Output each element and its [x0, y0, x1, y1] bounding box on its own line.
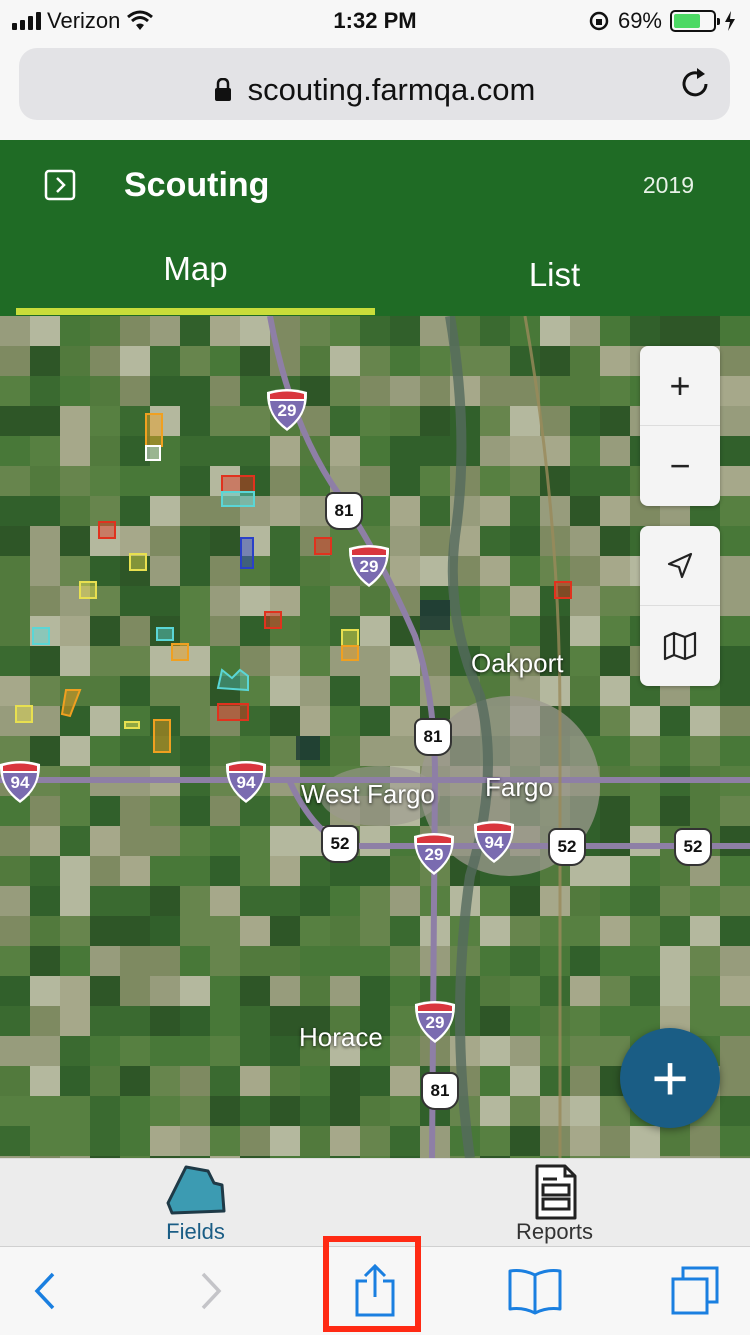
- location-arrow-icon: [667, 552, 693, 578]
- interstate-shield: 94: [471, 818, 517, 864]
- us-route-shield: 81: [414, 718, 452, 756]
- us-route-shield: 81: [325, 492, 363, 530]
- charging-icon: [725, 11, 735, 31]
- forward-button[interactable]: [176, 1247, 246, 1335]
- forward-chevron-icon: [201, 1272, 222, 1310]
- battery-icon: [670, 10, 720, 32]
- bookmarks-icon: [508, 1269, 562, 1315]
- active-tab-indicator: [16, 308, 375, 315]
- interstate-shield: 94: [223, 758, 269, 804]
- interstate-shield: 94: [0, 758, 43, 804]
- app-bottom-tabs: Fields Reports: [0, 1158, 750, 1246]
- expand-sidebar-icon[interactable]: [44, 169, 76, 201]
- place-label-fargo: Fargo: [485, 772, 553, 802]
- place-label-west-fargo: West Fargo: [301, 779, 435, 809]
- back-button[interactable]: [10, 1247, 80, 1335]
- zoom-in-button[interactable]: +: [640, 346, 720, 426]
- us-route-shield: 52: [548, 828, 586, 866]
- reload-icon[interactable]: [678, 66, 714, 102]
- us-route-shield: 52: [321, 825, 359, 863]
- battery-percent: 69%: [617, 8, 662, 33]
- lock-icon: [214, 78, 231, 101]
- basemap-button[interactable]: [640, 606, 720, 686]
- add-observation-button[interactable]: +: [620, 1028, 720, 1128]
- map-tool-controls: [640, 526, 720, 686]
- browser-url-bar: scouting.farmqa.com: [0, 40, 750, 140]
- tab-list[interactable]: List: [375, 256, 734, 294]
- address-field[interactable]: scouting.farmqa.com: [19, 48, 730, 120]
- reports-icon: [535, 1164, 576, 1220]
- battery-info: 69%: [588, 8, 736, 34]
- tabs-button[interactable]: [660, 1247, 730, 1335]
- interstate-shield: 29: [346, 542, 392, 588]
- tab-reports-label: Reports: [515, 1219, 594, 1244]
- tab-reports[interactable]: Reports: [367, 1159, 742, 1247]
- orientation-lock-icon: [589, 11, 609, 31]
- interstate-shield: 29: [411, 830, 457, 876]
- back-chevron-icon: [34, 1272, 55, 1310]
- locate-button[interactable]: [640, 526, 720, 606]
- interstate-shield: 29: [412, 998, 458, 1044]
- share-button-highlight: [323, 1236, 421, 1332]
- fields-icon: [166, 1165, 225, 1215]
- interstate-shield: 29: [264, 386, 310, 432]
- us-route-shield: 52: [674, 828, 712, 866]
- bookmarks-button[interactable]: [500, 1247, 570, 1335]
- place-label-horace: Horace: [299, 1022, 383, 1052]
- tabs-icon: [671, 1266, 719, 1315]
- season-year[interactable]: 2019: [643, 172, 694, 199]
- us-route-shield: 81: [421, 1072, 459, 1110]
- tab-map[interactable]: Map: [16, 250, 375, 288]
- status-bar: Verizon 1:32 PM 69%: [0, 0, 750, 40]
- zoom-out-button[interactable]: −: [640, 426, 720, 506]
- tab-fields[interactable]: Fields: [8, 1159, 383, 1247]
- place-label-oakport: Oakport: [471, 648, 564, 678]
- zoom-controls: + −: [640, 346, 720, 506]
- url-text: scouting.farmqa.com: [247, 72, 536, 107]
- map-view[interactable]: Oakport West Fargo Fargo Horace 29 29 94…: [0, 316, 750, 1158]
- map-layers-icon: [663, 631, 697, 661]
- app-header: Scouting 2019 Map List: [0, 140, 750, 316]
- page-title: Scouting: [124, 166, 270, 204]
